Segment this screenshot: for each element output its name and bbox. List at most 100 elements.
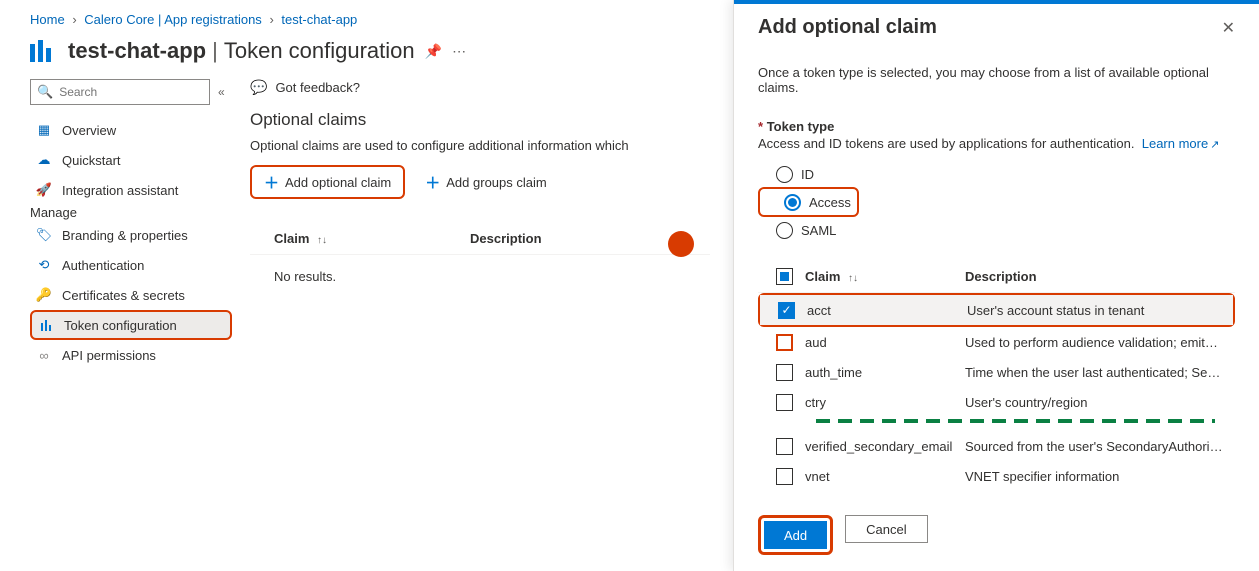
claim-row-verified-secondary-email[interactable]: verified_secondary_email Sourced from th… [758,431,1235,461]
claim-name: acct [807,303,967,318]
sidebar-item-quickstart[interactable]: ☁ Quickstart [30,145,232,175]
panel-description: Once a token type is selected, you may c… [758,65,1235,95]
annotation-dot [668,231,694,257]
col-claim-header[interactable]: Claim [805,269,840,284]
pin-icon[interactable]: 📌 [425,43,442,60]
claim-row-auth-time[interactable]: auth_time Time when the user last authen… [758,357,1235,387]
integration-icon: 🚀 [36,182,52,198]
feedback-link[interactable]: 💬 Got feedback? [250,79,710,96]
button-label: Add optional claim [285,175,391,190]
claim-desc: User's account status in tenant [967,303,1233,318]
breadcrumb-app[interactable]: test-chat-app [281,12,357,27]
sidebar: 🔍 « ▦ Overview ☁ Quickstart 🚀 Integratio… [30,79,232,370]
claim-name: aud [805,335,965,350]
radio-id[interactable]: ID [758,161,1235,187]
claim-desc: Sourced from the user's SecondaryAuthori… [965,439,1235,454]
radio-access[interactable]: Access [766,189,851,215]
add-button[interactable]: Add [764,521,827,549]
add-groups-claim-button[interactable]: ＋ Add groups claim [413,165,558,199]
sidebar-item-label: Branding & properties [62,228,188,243]
select-all-checkbox[interactable] [776,268,793,285]
col-desc-header[interactable]: Description [470,231,542,246]
sidebar-item-branding[interactable]: 🏷 Branding & properties [30,220,232,250]
close-icon[interactable]: ✕ [1222,18,1235,38]
claim-name: verified_secondary_email [805,439,965,454]
checkbox[interactable] [778,302,795,319]
sidebar-item-label: Token configuration [64,318,177,333]
claim-name: ctry [805,395,965,410]
claim-row-vnet[interactable]: vnet VNET specifier information [758,461,1235,491]
plus-icon: ＋ [264,172,279,193]
branding-icon: 🏷 [36,227,52,243]
claims-table-header: Claim ↑↓ Description [250,223,710,254]
token-type-desc: Access and ID tokens are used by applica… [758,136,1235,151]
sidebar-item-overview[interactable]: ▦ Overview [30,115,232,145]
sidebar-item-label: API permissions [62,348,156,363]
token-config-logo-icon [30,37,58,65]
sidebar-item-token-configuration[interactable]: Token configuration [30,310,232,340]
api-perm-icon: ∞ [36,347,52,363]
radio-icon [784,194,801,211]
page-title-row: test-chat-app|Token configuration 📌 ⋯ [30,37,720,65]
auth-icon: ⟲ [36,257,52,273]
add-optional-claim-button[interactable]: ＋ Add optional claim [250,165,405,199]
radio-saml[interactable]: SAML [758,217,1235,243]
sidebar-item-label: Certificates & secrets [62,288,185,303]
checkbox[interactable] [776,438,793,455]
radio-icon [776,166,793,183]
sidebar-item-label: Quickstart [62,153,121,168]
add-optional-claim-panel: Add optional claim ✕ Once a token type i… [733,0,1259,571]
claims-table-header: Claim ↑↓ Description [758,261,1235,293]
search-icon: 🔍 [37,84,53,100]
breadcrumb-home[interactable]: Home [30,12,65,27]
sidebar-item-label: Authentication [62,258,144,273]
claims-table: Claim ↑↓ Description acct User's account… [758,261,1235,491]
col-claim-header[interactable]: Claim [274,231,309,246]
claim-row-ctry[interactable]: ctry User's country/region [758,387,1235,417]
sidebar-item-api-permissions[interactable]: ∞ API permissions [30,340,232,370]
overview-icon: ▦ [36,122,52,138]
page-title: test-chat-app|Token configuration [68,38,415,64]
sidebar-item-label: Overview [62,123,116,138]
claim-desc: VNET specifier information [965,469,1235,484]
token-type-label: * Token type [758,119,1235,134]
certs-icon: 🔑 [36,287,52,303]
claim-desc: User's country/region [965,395,1235,410]
learn-more-link[interactable]: Learn more↗ [1142,136,1220,151]
sidebar-collapse-icon[interactable]: « [218,85,225,99]
plus-icon: ＋ [425,172,440,193]
breadcrumb: Home › Calero Core | App registrations ›… [30,12,720,27]
col-desc-header[interactable]: Description [965,269,1235,284]
more-icon[interactable]: ⋯ [452,43,466,60]
external-link-icon: ↗ [1210,139,1219,151]
content-area: 💬 Got feedback? Optional claims Optional… [250,79,720,370]
quickstart-icon: ☁ [36,152,52,168]
sidebar-item-authentication[interactable]: ⟲ Authentication [30,250,232,280]
claim-name: auth_time [805,365,965,380]
sort-icon: ↑↓ [848,273,858,284]
token-config-icon [38,317,54,333]
section-subtitle: Optional claims are used to configure ad… [250,138,710,153]
checkbox[interactable] [776,394,793,411]
checkbox[interactable] [776,364,793,381]
feedback-text: Got feedback? [275,80,360,95]
claim-row-acct[interactable]: acct User's account status in tenant [760,295,1233,325]
claim-desc: Time when the user last authenticated; S… [965,365,1235,380]
claim-desc: Used to perform audience validation; emi… [965,335,1235,350]
checkbox[interactable] [776,468,793,485]
radio-label: ID [801,167,814,182]
radio-label: SAML [801,223,836,238]
truncation-marker [816,419,1215,423]
sidebar-item-label: Integration assistant [62,183,178,198]
sidebar-item-integration[interactable]: 🚀 Integration assistant [30,175,232,205]
radio-label: Access [809,195,851,210]
token-type-radio-group: ID Access SAML [758,161,1235,243]
sidebar-item-certificates[interactable]: 🔑 Certificates & secrets [30,280,232,310]
checkbox[interactable] [776,334,793,351]
claim-name: vnet [805,469,965,484]
search-input[interactable] [59,85,203,99]
cancel-button[interactable]: Cancel [845,515,927,543]
search-input-wrap[interactable]: 🔍 [30,79,210,105]
claim-row-aud[interactable]: aud Used to perform audience validation;… [758,327,1235,357]
breadcrumb-registrations[interactable]: Calero Core | App registrations [84,12,262,27]
